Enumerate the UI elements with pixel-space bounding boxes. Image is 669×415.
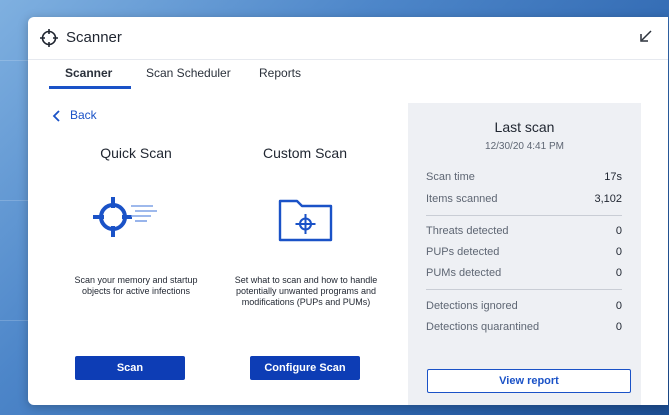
tab-bar: Scanner Scan Scheduler Reports [28, 59, 668, 89]
stat-value: 0 [615, 300, 622, 312]
crosshair-icon [40, 29, 58, 47]
window-title: Scanner [66, 29, 122, 46]
stat-row-scan-time: Scan time 17s [426, 171, 622, 183]
stat-row-detections-ignored: Detections ignored 0 [426, 300, 622, 312]
stat-value: 3,102 [594, 193, 622, 205]
stat-value: 0 [615, 321, 622, 333]
desktop-background-line [0, 200, 28, 201]
stat-label: PUPs detected [426, 246, 500, 258]
quick-scan-title: Quick Scan [100, 145, 172, 161]
tab-scanner[interactable]: Scanner [65, 66, 112, 80]
quick-scan-description: Scan your memory and startup objects for… [38, 275, 234, 297]
stat-value: 0 [615, 225, 622, 237]
title-bar: Scanner [28, 17, 668, 60]
quick-scan-description-line: objects for active infections [81, 286, 191, 296]
panel-divider [426, 289, 622, 290]
stat-label: Items scanned [426, 193, 498, 205]
custom-scan-description-line: modifications (PUPs and PUMs) [241, 297, 371, 307]
scan-button[interactable]: Scan [75, 356, 185, 380]
last-scan-date: 12/30/20 4:41 PM [485, 141, 564, 152]
custom-scan-description-line: Set what to scan and how to handle [234, 275, 378, 285]
stat-value: 0 [615, 267, 622, 279]
stat-label: Threats detected [426, 225, 509, 237]
custom-scan-description-line: potentially unwanted programs and [235, 286, 377, 296]
last-scan-panel: Last scan 12/30/20 4:41 PM Scan time 17s… [408, 103, 641, 405]
stat-row-threats-detected: Threats detected 0 [426, 225, 622, 237]
stat-label: Scan time [426, 171, 475, 183]
stat-row-pums-detected: PUMs detected 0 [426, 267, 622, 279]
stat-row-detections-quarantined: Detections quarantined 0 [426, 321, 622, 333]
active-tab-indicator [49, 86, 131, 89]
tab-reports[interactable]: Reports [259, 66, 301, 80]
tab-scan-scheduler[interactable]: Scan Scheduler [146, 66, 231, 80]
scanner-window: Scanner Scanner Scan Scheduler Reports B… [28, 17, 668, 405]
stat-value: 0 [615, 246, 622, 258]
collapse-icon[interactable] [638, 28, 654, 44]
configure-scan-button[interactable]: Configure Scan [250, 356, 360, 380]
quick-scan-description-line: Scan your memory and startup [74, 275, 198, 285]
custom-scan-title: Custom Scan [262, 145, 348, 161]
panel-divider [426, 215, 622, 216]
stat-row-pups-detected: PUPs detected 0 [426, 246, 622, 258]
custom-scan-description: Set what to scan and how to handle poten… [208, 275, 404, 308]
stat-value: 17s [604, 171, 622, 183]
chevron-left-icon [52, 110, 60, 122]
stat-label: PUMs detected [426, 267, 502, 279]
crosshair-speed-icon [93, 197, 157, 237]
last-scan-title: Last scan [494, 119, 555, 135]
back-label: Back [70, 108, 97, 122]
stat-label: Detections quarantined [426, 321, 540, 333]
desktop-background-line [0, 320, 28, 321]
folder-crosshair-icon [278, 199, 333, 242]
stat-row-items-scanned: Items scanned 3,102 [426, 193, 622, 205]
stat-label: Detections ignored [426, 300, 518, 312]
view-report-button[interactable]: View report [427, 369, 631, 393]
desktop-background-line [0, 60, 28, 61]
